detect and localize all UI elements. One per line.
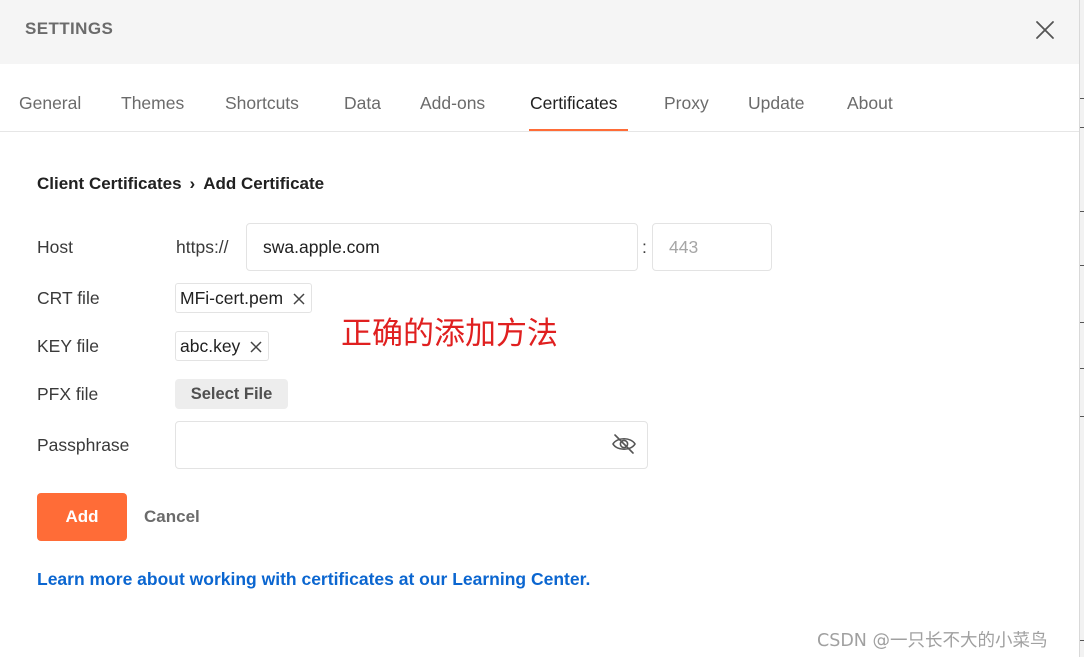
dialog-header: SETTINGS (0, 0, 1079, 64)
tab-shortcuts[interactable]: Shortcuts (225, 93, 299, 114)
crt-file-chip: MFi-cert.pem (175, 283, 313, 313)
tab-add-ons[interactable]: Add-ons (420, 93, 485, 114)
settings-tabs: General Themes Shortcuts Data Add-ons Ce… (0, 64, 1079, 132)
settings-dialog: SETTINGS General Themes Shortcuts Data A… (0, 0, 1080, 657)
background-app (1080, 0, 1084, 657)
host-protocol-prefix: https:// (176, 237, 229, 257)
tab-update[interactable]: Update (748, 93, 804, 114)
tab-certificates[interactable]: Certificates (530, 93, 618, 114)
x-icon (293, 293, 305, 305)
crt-file-label: CRT file (37, 288, 100, 308)
remove-key-file-button[interactable] (250, 333, 262, 353)
tab-themes[interactable]: Themes (121, 93, 184, 114)
toggle-passphrase-visibility-button[interactable] (611, 433, 637, 455)
breadcrumb-separator: › (189, 174, 196, 193)
dialog-title: SETTINGS (25, 19, 114, 38)
tab-proxy[interactable]: Proxy (664, 93, 709, 114)
passphrase-input[interactable] (175, 421, 648, 469)
select-pfx-file-button[interactable]: Select File (175, 379, 288, 409)
host-input[interactable]: swa.apple.com (246, 223, 638, 271)
tab-about[interactable]: About (847, 93, 893, 114)
tab-data[interactable]: Data (344, 93, 381, 114)
add-button[interactable]: Add (37, 493, 127, 541)
cancel-button[interactable]: Cancel (144, 507, 200, 527)
port-separator: : (642, 237, 647, 257)
annotation-text: 正确的添加方法 (341, 316, 558, 352)
host-label: Host (37, 237, 73, 257)
close-button[interactable] (1032, 17, 1058, 43)
crt-file-name: MFi-cert.pem (180, 288, 284, 308)
watermark: CSDN @一只长不大的小菜鸟 (817, 631, 1048, 651)
learning-center-link[interactable]: Learn more about working with certificat… (37, 569, 590, 590)
key-file-name: abc.key (180, 336, 241, 356)
port-input[interactable]: 443 (652, 223, 772, 271)
tab-general[interactable]: General (19, 93, 81, 114)
active-tab-indicator (529, 129, 628, 131)
breadcrumb: Client Certificates › Add Certificate (37, 174, 324, 194)
breadcrumb-current: Add Certificate (203, 174, 325, 193)
passphrase-label: Passphrase (37, 435, 130, 455)
key-file-label: KEY file (37, 336, 99, 356)
key-file-chip: abc.key (175, 331, 270, 361)
remove-crt-file-button[interactable] (293, 285, 305, 305)
close-icon (1036, 21, 1054, 39)
breadcrumb-parent[interactable]: Client Certificates (37, 174, 182, 194)
pfx-file-label: PFX file (37, 384, 99, 404)
x-icon (250, 341, 262, 353)
page: SETTINGS General Themes Shortcuts Data A… (0, 0, 1084, 657)
eye-off-icon (612, 434, 636, 454)
